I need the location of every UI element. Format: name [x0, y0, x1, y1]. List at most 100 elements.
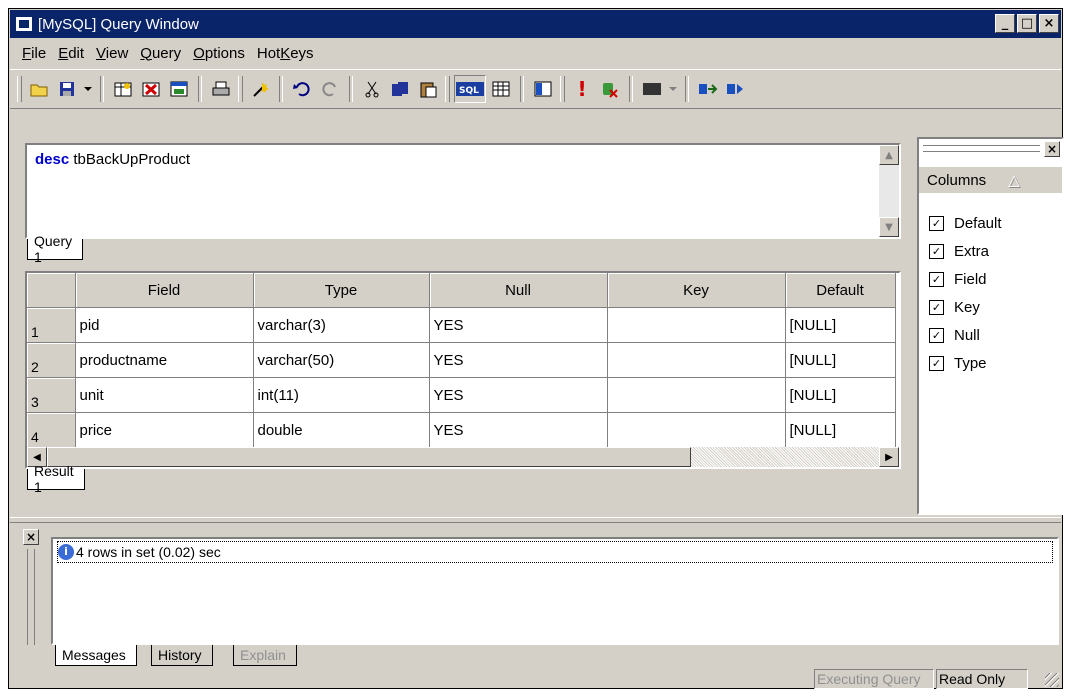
scroll-thumb[interactable] — [47, 447, 691, 467]
cell-default[interactable]: [NULL] — [785, 377, 896, 413]
step-out-icon[interactable] — [723, 76, 749, 102]
column-header-field[interactable]: Field — [75, 273, 254, 308]
dropdown-arrow-icon[interactable] — [82, 76, 94, 102]
menu-file[interactable]: File — [16, 45, 52, 62]
cell-type[interactable]: varchar(50) — [253, 342, 430, 378]
title-bar[interactable]: [MySQL] Query Window _ □ × — [10, 10, 1061, 38]
row-number[interactable]: 3 — [27, 377, 76, 413]
toolbar-grip[interactable] — [17, 76, 22, 102]
messages-grip[interactable] — [27, 549, 35, 645]
message-row[interactable]: i 4 rows in set (0.02) sec — [57, 541, 1053, 563]
panel-grip[interactable] — [923, 145, 1040, 152]
wizard-icon[interactable] — [247, 76, 273, 102]
column-item-null[interactable]: ✓ Null — [929, 327, 980, 344]
column-header-type[interactable]: Type — [253, 273, 430, 308]
result-grid[interactable]: Field Type Null Key Default 1 pid varcha… — [25, 271, 901, 469]
cell-field[interactable]: unit — [75, 377, 254, 413]
toolbar-grip[interactable] — [445, 76, 450, 102]
scroll-track[interactable] — [691, 447, 879, 467]
menu-query[interactable]: Query — [134, 45, 187, 62]
toolbar-grip[interactable] — [238, 76, 243, 102]
scroll-up-icon[interactable]: ▲ — [879, 145, 899, 165]
column-item-default[interactable]: ✓ Default — [929, 215, 1002, 232]
messages-close-icon[interactable]: × — [23, 529, 39, 545]
tab-history[interactable]: History — [151, 645, 213, 666]
tab-result-1[interactable]: Result 1 — [27, 463, 85, 495]
sql-icon[interactable]: SQL — [454, 75, 486, 103]
table-properties-icon[interactable] — [166, 76, 192, 102]
undo-icon[interactable] — [289, 76, 315, 102]
scroll-down-icon[interactable]: ▼ — [879, 217, 899, 237]
checkbox-checked-icon[interactable]: ✓ — [929, 216, 944, 231]
menu-options[interactable]: Options — [187, 45, 251, 62]
cell-null[interactable]: YES — [429, 412, 608, 448]
cell-default[interactable]: [NULL] — [785, 307, 896, 343]
tab-explain[interactable]: Explain — [233, 645, 297, 666]
scroll-right-icon[interactable]: ▶ — [879, 447, 899, 467]
table-row[interactable]: 4 price double YES [NULL] — [27, 412, 896, 448]
execute-icon[interactable]: ! — [569, 76, 595, 102]
cell-key[interactable] — [607, 307, 786, 343]
corner-cell[interactable] — [27, 273, 76, 308]
checkbox-checked-icon[interactable]: ✓ — [929, 356, 944, 371]
close-button[interactable]: × — [1039, 14, 1059, 33]
save-icon[interactable] — [54, 76, 80, 102]
redo-icon[interactable] — [317, 76, 343, 102]
column-item-extra[interactable]: ✓ Extra — [929, 243, 989, 260]
row-number[interactable]: 1 — [27, 307, 76, 343]
open-icon[interactable] — [26, 76, 52, 102]
cell-type[interactable]: int(11) — [253, 377, 430, 413]
step-in-icon[interactable] — [695, 76, 721, 102]
row-number[interactable]: 4 — [27, 412, 76, 448]
column-header-key[interactable]: Key — [607, 273, 786, 308]
column-header-null[interactable]: Null — [429, 273, 608, 308]
table-row[interactable]: 3 unit int(11) YES [NULL] — [27, 377, 896, 413]
cell-field[interactable]: productname — [75, 342, 254, 378]
tab-query-1[interactable]: Query 1 — [27, 233, 84, 265]
checkbox-checked-icon[interactable]: ✓ — [929, 244, 944, 259]
column-item-type[interactable]: ✓ Type — [929, 355, 987, 372]
stop-query-icon[interactable] — [597, 76, 623, 102]
menu-edit[interactable]: Edit — [52, 45, 90, 62]
copy-icon[interactable] — [387, 76, 413, 102]
messages-pane[interactable]: i 4 rows in set (0.02) sec — [51, 537, 1059, 645]
color-dropdown-icon[interactable] — [667, 76, 679, 102]
cell-type[interactable]: varchar(3) — [253, 307, 430, 343]
checkbox-checked-icon[interactable]: ✓ — [929, 328, 944, 343]
menu-hotkeys[interactable]: HotKeys — [251, 45, 320, 62]
cell-key[interactable] — [607, 342, 786, 378]
column-header-default[interactable]: Default — [785, 273, 896, 308]
cell-null[interactable]: YES — [429, 342, 608, 378]
toolbar-grip[interactable] — [560, 76, 565, 102]
messages-splitter[interactable] — [10, 517, 1061, 523]
checkbox-checked-icon[interactable]: ✓ — [929, 300, 944, 315]
resize-grip-icon[interactable] — [1045, 673, 1059, 687]
minimize-button[interactable]: _ — [995, 14, 1015, 33]
cell-field[interactable]: price — [75, 412, 254, 448]
checkbox-checked-icon[interactable]: ✓ — [929, 272, 944, 287]
cut-icon[interactable] — [359, 76, 385, 102]
menu-view[interactable]: View — [90, 45, 134, 62]
cell-default[interactable]: [NULL] — [785, 412, 896, 448]
new-table-icon[interactable] — [110, 76, 136, 102]
cell-field[interactable]: pid — [75, 307, 254, 343]
paste-icon[interactable] — [415, 76, 441, 102]
table-row[interactable]: 1 pid varchar(3) YES [NULL] — [27, 307, 896, 343]
drop-table-icon[interactable] — [138, 76, 164, 102]
print-icon[interactable] — [208, 76, 234, 102]
grid-view-icon[interactable] — [488, 76, 514, 102]
result-horizontal-scrollbar[interactable]: ◀ ▶ — [27, 447, 899, 467]
cell-null[interactable]: YES — [429, 307, 608, 343]
panel-close-icon[interactable]: × — [1044, 141, 1060, 157]
query-editor[interactable]: desc tbBackUpProduct ▲ ▼ — [25, 143, 901, 239]
maximize-button[interactable]: □ — [1017, 14, 1037, 33]
cell-null[interactable]: YES — [429, 377, 608, 413]
query-text[interactable]: desc tbBackUpProduct — [35, 151, 190, 168]
query-vertical-scrollbar[interactable]: ▲ ▼ — [879, 145, 899, 237]
row-number[interactable]: 2 — [27, 342, 76, 378]
column-item-field[interactable]: ✓ Field — [929, 271, 987, 288]
cell-type[interactable]: double — [253, 412, 430, 448]
cell-key[interactable] — [607, 412, 786, 448]
table-row[interactable]: 2 productname varchar(50) YES [NULL] — [27, 342, 896, 378]
tab-messages[interactable]: Messages — [55, 645, 137, 666]
